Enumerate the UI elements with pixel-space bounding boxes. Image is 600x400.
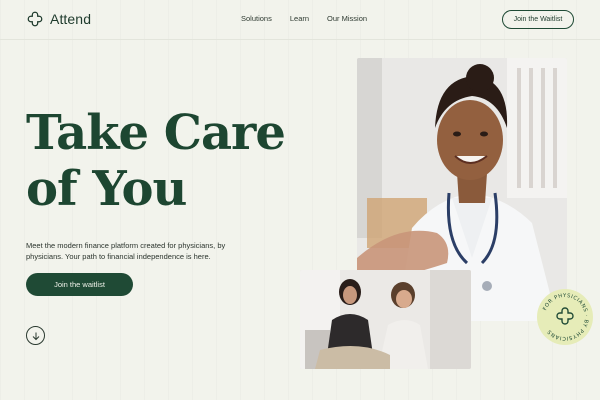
scroll-down-button[interactable] xyxy=(26,326,45,345)
hero-headline: Take Care of You xyxy=(26,105,326,217)
brand-logo[interactable]: Attend xyxy=(26,10,91,28)
patients-photo xyxy=(300,270,471,369)
quatrefoil-icon xyxy=(556,307,574,325)
join-waitlist-nav-button[interactable]: Join the Waitlist xyxy=(502,10,574,29)
for-physicians-badge: FOR PHYSICIANS · BY PHYSICIANS xyxy=(537,289,593,345)
brand-name: Attend xyxy=(50,11,92,27)
headline-line-1: Take Care xyxy=(26,105,286,161)
hero-subtext: Meet the modern finance platform created… xyxy=(26,241,226,261)
quatrefoil-logo-icon xyxy=(27,11,43,27)
nav-link-learn[interactable]: Learn xyxy=(290,14,309,23)
nav-links: Solutions Learn Our Mission xyxy=(241,14,367,23)
nav-link-our-mission[interactable]: Our Mission xyxy=(327,14,367,23)
top-navigation: Attend Solutions Learn Our Mission Join … xyxy=(0,0,600,40)
join-waitlist-button[interactable]: Join the waitlist xyxy=(26,273,133,296)
nav-link-solutions[interactable]: Solutions xyxy=(241,14,272,23)
badge-text: FOR PHYSICIANS · BY PHYSICIANS xyxy=(542,293,589,341)
arrow-down-icon xyxy=(32,332,39,340)
headline-line-2: of You xyxy=(26,161,187,217)
